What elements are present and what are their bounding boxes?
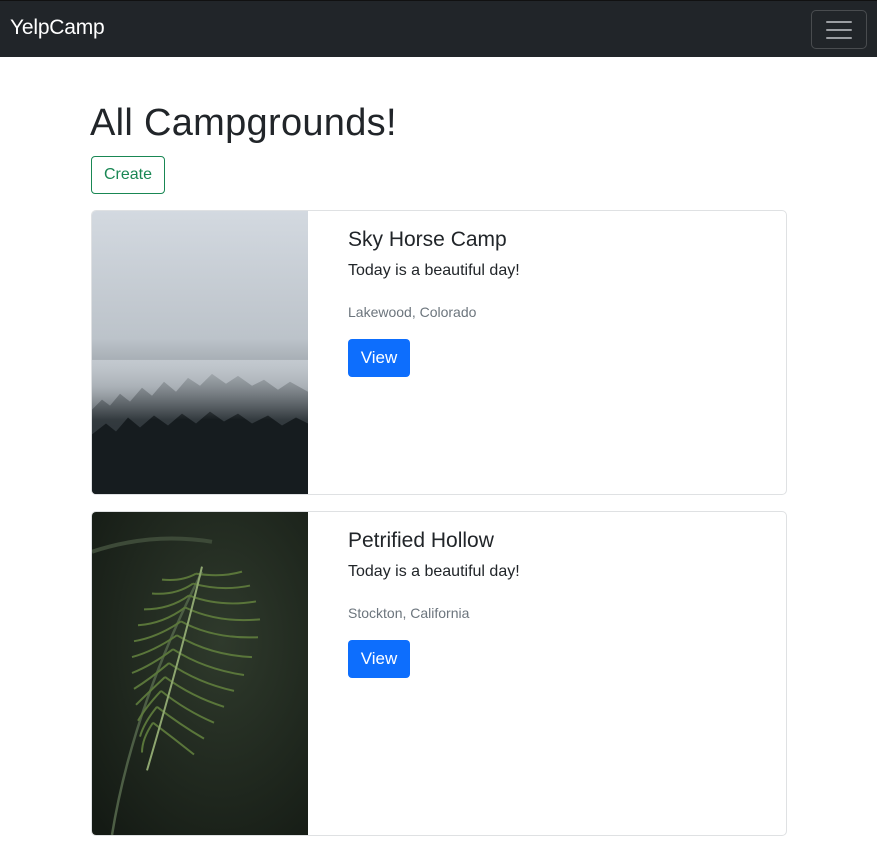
create-button[interactable]: Create <box>91 156 165 194</box>
campground-image <box>92 211 308 494</box>
campground-description: Today is a beautiful day! <box>348 262 520 279</box>
page-title: All Campgrounds! <box>90 102 397 144</box>
campground-location: Lakewood, Colorado <box>348 304 477 320</box>
view-button[interactable]: View <box>348 640 410 678</box>
campground-card: Petrified Hollow Today is a beautiful da… <box>91 511 787 836</box>
brand-link[interactable]: YelpCamp <box>10 16 105 40</box>
hamburger-menu-icon <box>826 21 852 40</box>
view-button[interactable]: View <box>348 339 410 377</box>
campground-title: Sky Horse Camp <box>348 228 507 251</box>
campground-title: Petrified Hollow <box>348 529 494 552</box>
campground-card: Sky Horse Camp Today is a beautiful day!… <box>91 210 787 495</box>
campground-image <box>92 512 308 835</box>
campground-description: Today is a beautiful day! <box>348 563 520 580</box>
campground-location: Stockton, California <box>348 605 470 621</box>
navbar: YelpCamp <box>0 0 877 57</box>
navbar-toggler-button[interactable] <box>811 10 867 49</box>
